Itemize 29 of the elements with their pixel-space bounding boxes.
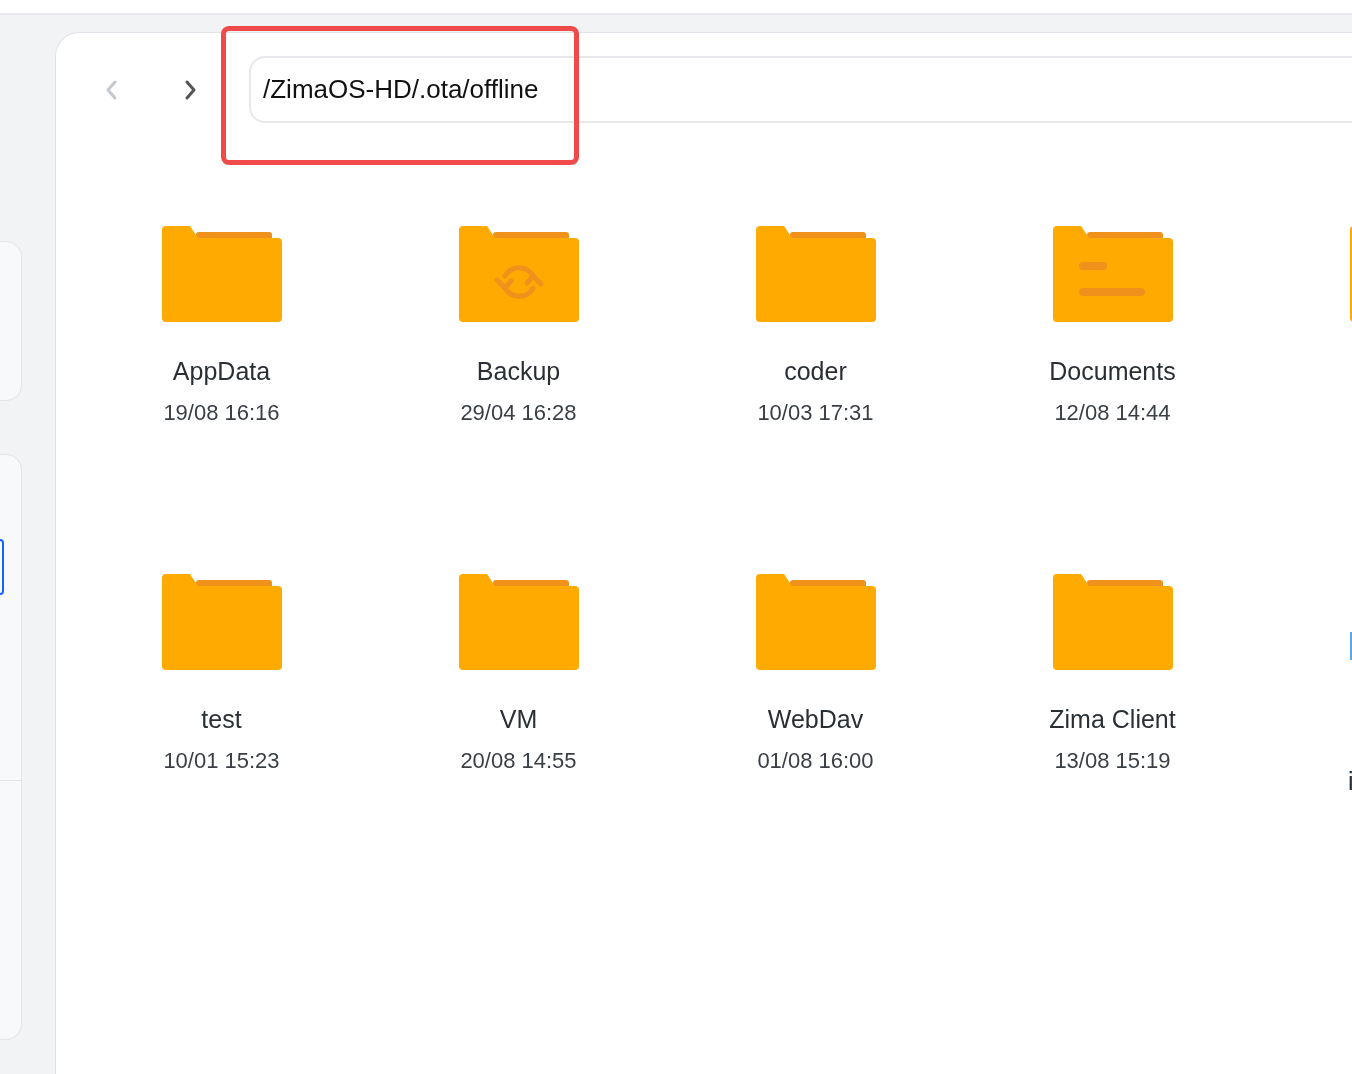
item-name[interactable]: WebDav bbox=[767, 704, 864, 734]
item-date: 12/08 14:44 bbox=[1054, 400, 1171, 426]
item-date: 13/08 15:19 bbox=[1054, 748, 1171, 774]
document-folder-icon bbox=[1052, 226, 1173, 322]
sync-folder-icon bbox=[458, 226, 579, 322]
item-date: 29/04 16:28 bbox=[460, 400, 577, 426]
sidebar-item[interactable] bbox=[0, 539, 4, 595]
item-name[interactable]: coder bbox=[784, 356, 847, 386]
item-name[interactable]: VM bbox=[499, 704, 538, 734]
folder-icon bbox=[755, 226, 876, 322]
item-date: 10/01 15:23 bbox=[163, 748, 280, 774]
forward-icon bbox=[184, 78, 198, 101]
folder-icon bbox=[161, 574, 282, 670]
item-name[interactable]: test bbox=[201, 704, 242, 734]
item-name[interactable]: Documents bbox=[1049, 356, 1176, 386]
item-name[interactable]: Zima Client bbox=[1049, 704, 1176, 734]
folder-icon bbox=[755, 574, 876, 670]
back-icon bbox=[104, 78, 118, 101]
item-name[interactable]: i bbox=[1348, 766, 1352, 796]
item-date: 20/08 14:55 bbox=[460, 748, 577, 774]
folder-icon bbox=[1052, 574, 1173, 670]
path-field[interactable]: /ZimaOS-HD/.ota/offline bbox=[249, 56, 1352, 123]
item-name[interactable]: AppData bbox=[172, 356, 271, 386]
folder-icon bbox=[161, 226, 282, 322]
folder-icon bbox=[458, 574, 579, 670]
item-date: 01/08 16:00 bbox=[757, 748, 874, 774]
item-date: 10/03 17:31 bbox=[757, 400, 874, 426]
item-name[interactable]: Backup bbox=[476, 356, 561, 386]
item-date: 19/08 16:16 bbox=[163, 400, 280, 426]
